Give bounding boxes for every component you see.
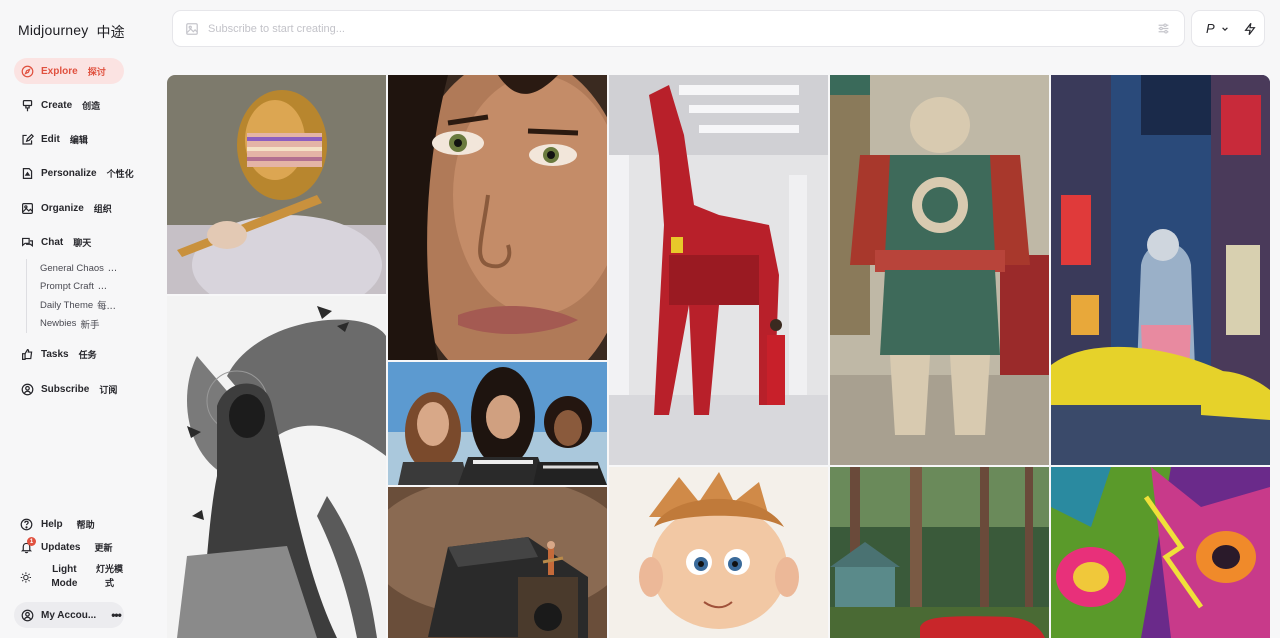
gallery-image-red-ferrari-horse-sculpture[interactable] [609, 75, 828, 465]
edit-icon [22, 133, 34, 145]
lightning-icon[interactable] [1243, 22, 1257, 36]
chat-room-label-cn: 新手 [80, 319, 100, 331]
sidebar-item-label: Explore [41, 65, 78, 77]
thumbs-up-icon [22, 348, 33, 360]
gallery-image-three-women-portrait[interactable] [388, 362, 607, 485]
chat-room-label: Prompt Craft [40, 281, 94, 293]
sidebar-item-label-cn: 个性化 [106, 169, 134, 180]
brush-icon [22, 99, 33, 111]
brand-name: Midjourney [18, 22, 89, 38]
sidebar-item-label: Personalize [41, 167, 97, 179]
gallery-image-cartoon-boy-watercolor[interactable] [609, 467, 828, 638]
sidebar-item-label: Edit [41, 133, 60, 145]
more-icon[interactable]: ••• [111, 608, 122, 622]
gallery-image-freckled-woman-closeup[interactable] [388, 75, 607, 360]
sidebar-item-label-cn: 任务 [78, 350, 97, 361]
image-icon [22, 202, 33, 214]
sidebar-item-label-cn: 组织 [93, 204, 112, 215]
image-upload-icon[interactable] [185, 22, 199, 36]
sidebar-item-label: Create [41, 99, 73, 111]
compass-icon [21, 65, 34, 77]
sidebar-item-personalize[interactable]: Personalize 个性化 [14, 160, 134, 186]
brand-name-cn: 中途 [96, 25, 125, 41]
sidebar-item-subscribe[interactable]: Subscribe 订阅 [14, 376, 124, 402]
chat-icon [22, 237, 33, 247]
account-button[interactable]: My Accou... ••• [14, 602, 124, 628]
help-icon [20, 518, 33, 531]
sidebar-item-explore[interactable]: Explore 探讨 [14, 58, 124, 84]
sidebar-item-label-cn: 聊天 [73, 238, 92, 249]
chat-room-label: Daily Theme [40, 299, 94, 311]
sidebar-item-label-cn: 订阅 [99, 385, 118, 396]
chat-room-item[interactable]: Newbies 新手 [27, 315, 126, 334]
sidebar-item-organize[interactable]: Organize 组织 [14, 195, 124, 221]
chevron-down-icon [1221, 26, 1228, 31]
prompt-input[interactable] [208, 22, 1108, 35]
prompt-bar [172, 10, 1185, 47]
gallery-image-forest-house-with-red-car[interactable] [830, 467, 1049, 638]
gallery-image-daft-punk-style-flute-player[interactable] [167, 75, 386, 294]
chat-room-item[interactable]: General Chaos ... [27, 259, 126, 278]
updates-label-cn: 更新 [94, 544, 113, 554]
gallery-image-neon-monster-face[interactable] [1051, 467, 1270, 638]
updates-label: Updates [41, 542, 81, 553]
gallery-image-samurai-armor-warrior[interactable] [830, 75, 1049, 465]
user-circle-icon [21, 383, 34, 395]
personalize-icon [22, 167, 33, 179]
sidebar: Midjourney 中途 Explore 探讨 Create 创造 Edit … [0, 0, 140, 638]
sidebar-item-label-cn: 编辑 [69, 135, 88, 146]
sidebar-item-label: Tasks [41, 348, 69, 360]
chat-room-label: General Chaos [40, 262, 104, 274]
help-label: Help [41, 519, 63, 530]
profile-dropdown-button[interactable]: P [1191, 10, 1265, 47]
profile-label: P [1206, 21, 1215, 36]
sidebar-item-edit[interactable]: Edit 编辑 [14, 126, 124, 152]
chat-room-label-cn: ... [107, 262, 117, 274]
explore-gallery [167, 75, 1270, 638]
sidebar-item-label-cn: 探讨 [87, 67, 106, 78]
sidebar-item-chat[interactable]: Chat 聊天 [14, 229, 124, 255]
gallery-image-cyberpunk-anime-city[interactable] [1051, 75, 1270, 465]
gallery-image-miniature-guitarist-on-sneaker[interactable] [388, 487, 607, 638]
sun-icon [20, 571, 32, 583]
sidebar-item-label: Organize [41, 202, 84, 214]
chat-room-list: General Chaos ... Prompt Craft ... Daily… [26, 259, 126, 333]
notification-badge: 1 [27, 537, 36, 546]
mode-label-cn: 灯光模式 [96, 565, 124, 589]
help-label-cn: 帮助 [76, 521, 95, 531]
light-mode-toggle[interactable]: Light Mode 灯光模式 [14, 563, 124, 591]
updates-link[interactable]: 1 Updates 更新 [14, 537, 113, 554]
mode-label: Light Mode [51, 564, 78, 589]
sidebar-item-create[interactable]: Create 创造 [14, 92, 124, 118]
help-link[interactable]: Help 帮助 [14, 518, 95, 531]
chat-room-item[interactable]: Daily Theme 每... [27, 296, 126, 315]
user-circle-icon [21, 609, 34, 621]
sidebar-item-label-cn: 创造 [82, 101, 101, 112]
chat-room-label-cn: 每... [97, 301, 116, 313]
sidebar-item-tasks[interactable]: Tasks 任务 [14, 341, 124, 367]
sidebar-item-label: Chat [41, 236, 64, 248]
brand-logo[interactable]: Midjourney 中途 [18, 22, 125, 42]
account-label: My Accou... [41, 609, 97, 621]
gallery-image-hooded-figure-with-angel-wings-engraving[interactable] [167, 296, 386, 638]
sliders-icon[interactable] [1157, 22, 1170, 35]
chat-room-label-cn: ... [97, 281, 107, 293]
chat-room-label: Newbies [40, 318, 77, 330]
chat-room-item[interactable]: Prompt Craft ... [27, 278, 126, 297]
sidebar-item-label: Subscribe [41, 383, 90, 395]
